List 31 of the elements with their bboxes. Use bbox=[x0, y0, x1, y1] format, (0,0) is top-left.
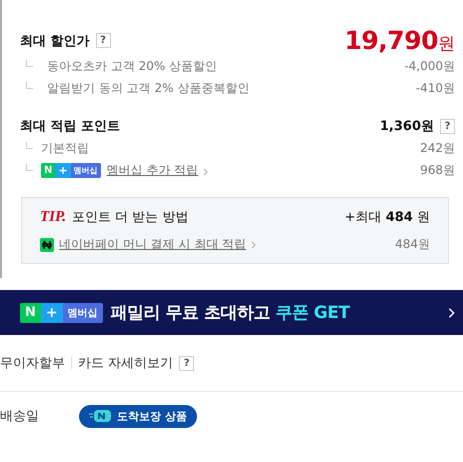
section-title: 최대 할인가 bbox=[20, 32, 90, 50]
tip-mark: TIP. bbox=[40, 208, 66, 226]
installment-label: 무이자할부 bbox=[0, 355, 65, 372]
chevron-icon bbox=[448, 306, 455, 318]
discount-amount: -410원 bbox=[416, 80, 455, 96]
help-button[interactable]: ? bbox=[96, 33, 111, 48]
discount-amount: -4,000원 bbox=[404, 58, 455, 74]
discount-label: 동아오츠카 고객 20% 상품할인 bbox=[47, 58, 218, 74]
card-details-link[interactable]: 카드 자세히보기 bbox=[78, 354, 174, 372]
points-amount: 242원 bbox=[420, 140, 455, 156]
membership-link[interactable]: 멤버십 추가 적립 bbox=[106, 162, 198, 178]
chevron-icon bbox=[251, 240, 256, 248]
tip-title: 포인트 더 받는 방법 bbox=[72, 209, 188, 226]
help-button[interactable]: ? bbox=[179, 356, 194, 370]
help-button[interactable]: ? bbox=[440, 118, 455, 134]
discount-price: 19,790원 bbox=[344, 26, 455, 55]
tip-amount: 484원 bbox=[395, 236, 430, 253]
discount-label: 알림받기 동의 고객 2% 상품중복할인 bbox=[47, 80, 250, 96]
delivery-badge: 도착보장 상품 bbox=[79, 404, 197, 428]
membership-badge: N + 멤버십 bbox=[20, 302, 103, 322]
naver-pay-icon bbox=[40, 238, 54, 252]
points-amount: 968원 bbox=[420, 162, 455, 178]
tip-bonus: +최대 484 원 bbox=[344, 209, 430, 226]
points-total: 1,360원 bbox=[380, 118, 434, 135]
banner-text: 패밀리 무료 초대하고 쿠폰 GET bbox=[110, 302, 350, 324]
membership-banner[interactable]: N + 멤버십 패밀리 무료 초대하고 쿠폰 GET bbox=[0, 290, 463, 335]
points-label: 기본적립 bbox=[41, 140, 89, 156]
naver-pay-link[interactable]: 네이버페이 머니 결제 시 최대 적립 bbox=[59, 236, 246, 253]
delivery-label: 배송일 bbox=[0, 408, 39, 425]
chevron-icon bbox=[203, 168, 208, 176]
section-title: 최대 적립 포인트 bbox=[20, 118, 120, 135]
